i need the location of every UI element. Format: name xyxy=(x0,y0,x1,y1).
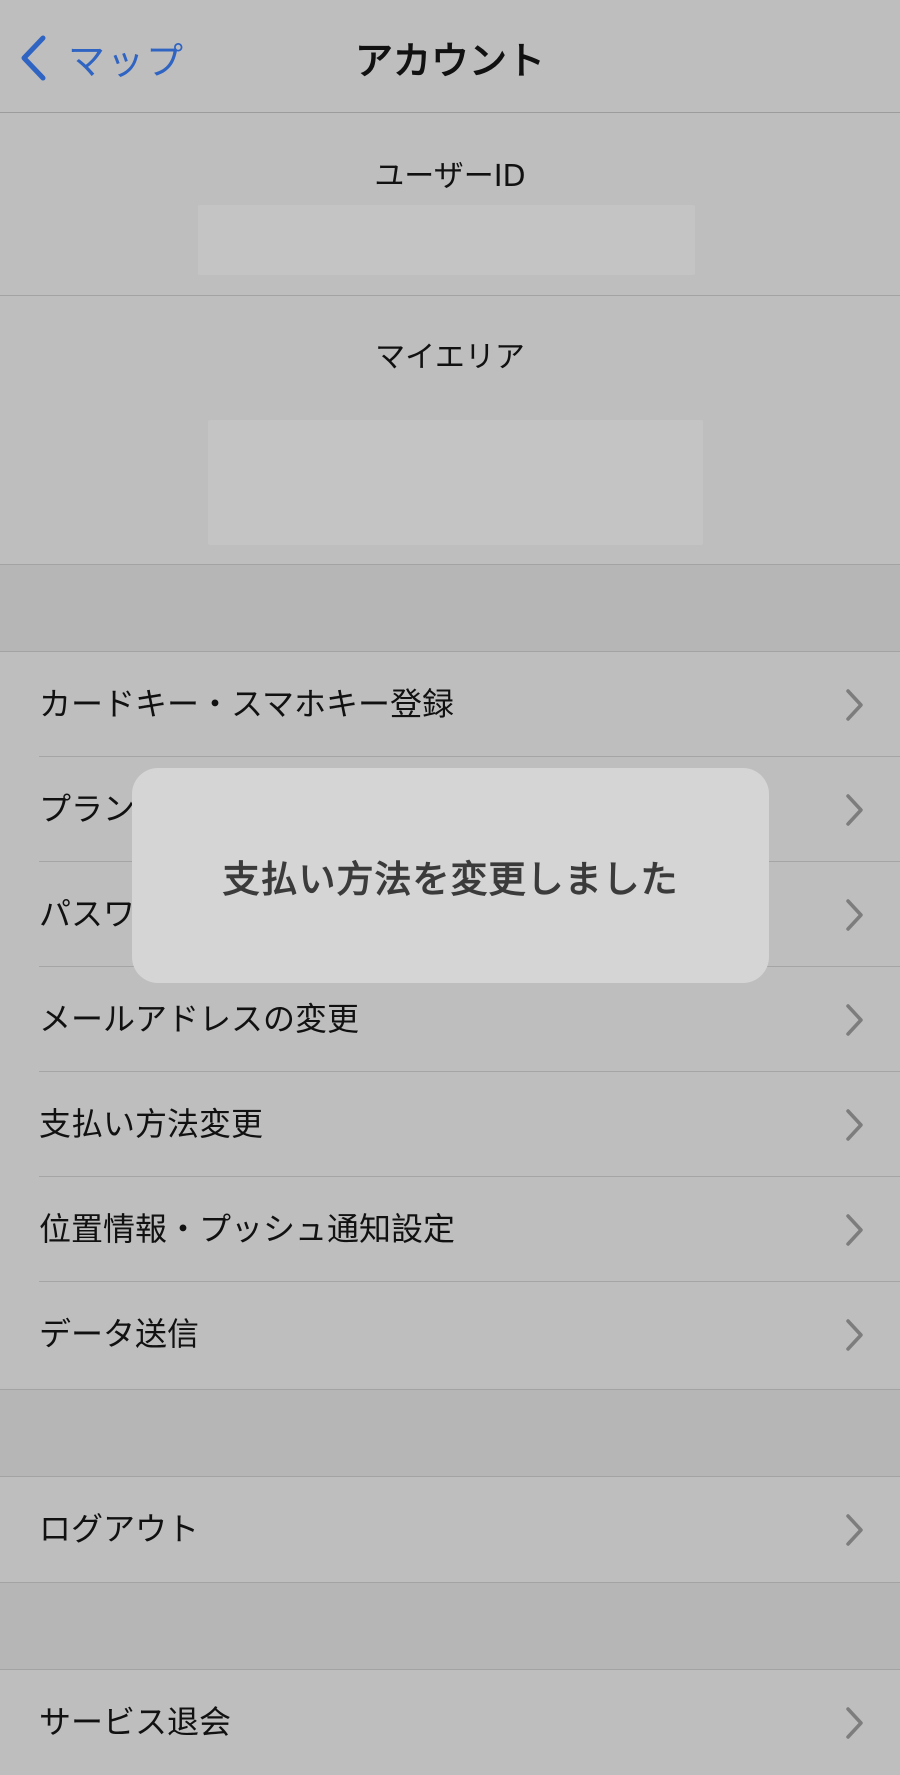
withdraw-label: サービス退会 xyxy=(39,1703,232,1741)
withdraw-button[interactable]: サービス退会 xyxy=(0,1670,900,1775)
menu-item-location-push[interactable]: 位置情報・プッシュ通知設定 xyxy=(0,1177,900,1282)
my-area-section: マイエリア xyxy=(0,296,900,565)
menu-item-label: カードキー・スマホキー登録 xyxy=(39,685,455,723)
chevron-right-icon xyxy=(844,1318,864,1356)
section-gap xyxy=(0,1583,900,1669)
page-title: アカウント xyxy=(354,39,545,83)
chevron-right-icon xyxy=(844,1706,864,1744)
menu-item-label: 支払い方法変更 xyxy=(39,1105,264,1143)
menu-item-label: プラン xyxy=(39,790,136,828)
my-area-value xyxy=(208,420,703,545)
chevron-right-icon xyxy=(844,1513,864,1551)
menu-item-label: データ送信 xyxy=(39,1315,200,1353)
menu-item-payment-method[interactable]: 支払い方法変更 xyxy=(0,1072,900,1177)
user-id-label: ユーザーID xyxy=(374,159,526,194)
menu-item-label: 位置情報・プッシュ通知設定 xyxy=(39,1210,456,1248)
chevron-right-icon xyxy=(844,793,864,831)
toast-message: 支払い方法を変更しました xyxy=(222,857,679,901)
user-id-value xyxy=(198,205,695,275)
chevron-right-icon xyxy=(844,1003,864,1041)
menu-item-label: パスワ xyxy=(39,895,136,933)
menu-item-card-key[interactable]: カードキー・スマホキー登録 xyxy=(0,652,900,757)
logout-button[interactable]: ログアウト xyxy=(0,1477,900,1582)
chevron-right-icon xyxy=(844,1108,864,1146)
my-area-label: マイエリア xyxy=(375,340,525,375)
section-gap xyxy=(0,1390,900,1476)
user-id-section: ユーザーID xyxy=(0,113,900,296)
chevron-right-icon xyxy=(844,898,864,936)
menu-item-data-send[interactable]: データ送信 xyxy=(0,1282,900,1387)
chevron-right-icon xyxy=(844,1213,864,1251)
logout-label: ログアウト xyxy=(39,1510,200,1548)
chevron-right-icon xyxy=(844,688,864,726)
navigation-bar: マップ アカウント xyxy=(0,0,900,113)
toast-notification: 支払い方法を変更しました xyxy=(132,768,769,983)
section-gap xyxy=(0,565,900,651)
